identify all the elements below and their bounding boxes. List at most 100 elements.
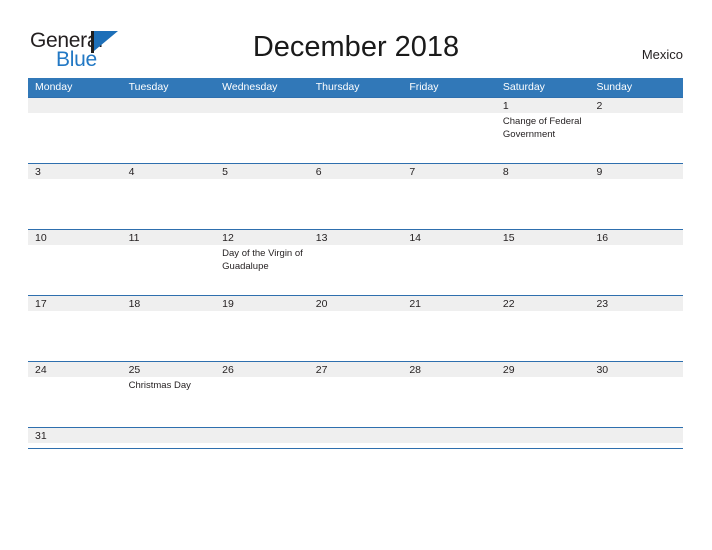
day-number: 9 — [596, 166, 603, 178]
calendar-day-cell[interactable]: 30 — [589, 362, 684, 427]
calendar-day-cell[interactable]: 3 — [28, 164, 122, 229]
weekday-header-monday: Monday — [35, 81, 73, 93]
calendar-day-cell-empty — [308, 428, 403, 448]
weekday-header-thursday: Thursday — [315, 81, 360, 93]
calendar-day-cell-empty — [402, 98, 496, 163]
calendar-day-cell[interactable]: 22 — [495, 296, 590, 361]
calendar-day-cell[interactable]: 26 — [215, 362, 309, 427]
day-number: 16 — [596, 232, 609, 244]
day-number: 1 — [502, 100, 509, 112]
weekday-header-saturday: Saturday — [502, 81, 545, 93]
calendar-week-inner: 10 11 12 Day of the Virgin of Guadalupe 13 14… — [28, 230, 684, 295]
calendar-day-cell[interactable]: 11 — [121, 230, 216, 295]
day-number: 7 — [409, 166, 416, 178]
calendar-day-cell[interactable]: 21 — [402, 296, 496, 361]
calendar-day-cell-empty — [402, 428, 496, 448]
calendar-week-inner: 1 Change of Federal Government 2 — [28, 98, 684, 163]
day-number: 25 — [128, 364, 141, 376]
calendar-week-inner: 17 18 19 20 21 22 23 — [28, 296, 684, 361]
day-event-label: Day of the Virgin of Guadalupe — [222, 248, 303, 272]
calendar-day-cell[interactable]: 14 — [402, 230, 496, 295]
day-number: 22 — [502, 298, 515, 310]
day-number: 14 — [409, 232, 421, 244]
day-number: 4 — [128, 166, 135, 178]
calendar-week-row: 10 11 12 Day of the Virgin of Guadalupe 13 14… — [28, 229, 684, 295]
day-number: 5 — [222, 166, 228, 178]
calendar-day-cell[interactable]: 27 — [308, 362, 403, 427]
country-label: Mexico — [641, 47, 683, 62]
calendar-week-inner: 3 4 5 6 7 8 9 — [28, 164, 684, 229]
calendar-weekday-header: Monday Tuesday Wednesday Thursday Friday Satu… — [28, 78, 683, 97]
day-number: 27 — [315, 364, 328, 376]
day-number: 30 — [596, 364, 609, 376]
day-number: 28 — [409, 364, 421, 376]
calendar-day-cell-empty — [495, 428, 590, 448]
day-number: 15 — [502, 232, 515, 244]
weekday-header-friday: Friday — [409, 81, 439, 93]
calendar-day-cell[interactable]: 19 — [215, 296, 309, 361]
calendar-day-cell[interactable]: 13 — [308, 230, 403, 295]
calendar-day-cell-empty — [308, 98, 403, 163]
calendar-day-cell[interactable]: 9 — [589, 164, 684, 229]
day-event-label: Change of Federal Government — [502, 116, 582, 140]
day-number: 10 — [35, 232, 47, 244]
calendar-day-cell-empty — [121, 98, 216, 163]
calendar-day-cell[interactable]: 8 — [495, 164, 590, 229]
calendar-day-cell[interactable]: 17 — [28, 296, 122, 361]
calendar-day-cell[interactable]: 29 — [495, 362, 590, 427]
calendar-table: Monday Tuesday Wednesday Thursday Friday Satu… — [28, 78, 684, 449]
calendar-week-row: 24 25 Christmas Day 26 27 28 29 30 — [28, 361, 684, 427]
calendar-day-cell[interactable]: 7 — [402, 164, 496, 229]
day-number: 29 — [502, 364, 515, 376]
calendar-day-cell[interactable]: 31 — [28, 428, 122, 448]
day-number: 8 — [502, 166, 509, 178]
day-number: 13 — [315, 232, 328, 244]
day-number: 18 — [128, 298, 141, 310]
calendar-week-row: 17 18 19 20 21 22 23 — [28, 295, 684, 361]
calendar-day-cell[interactable]: 2 — [589, 98, 684, 163]
calendar-day-cell[interactable]: 24 — [28, 362, 122, 427]
weekday-header-sunday: Sunday — [596, 81, 633, 93]
page-title: December 2018 — [252, 31, 460, 63]
page-header: General Blue December 2018 Mexico — [0, 0, 712, 78]
day-number: 26 — [222, 364, 234, 376]
day-number: 20 — [315, 298, 328, 310]
calendar-day-cell[interactable]: 20 — [308, 296, 403, 361]
calendar-day-cell[interactable]: 1 Change of Federal Government — [495, 98, 590, 163]
calendar-day-cell[interactable]: 6 — [308, 164, 403, 229]
calendar-day-cell[interactable]: 25 Christmas Day — [121, 362, 216, 427]
day-number: 12 — [222, 232, 234, 244]
calendar-day-cell-empty — [215, 98, 309, 163]
calendar-day-cell[interactable]: 16 — [589, 230, 684, 295]
day-number: 2 — [596, 100, 603, 112]
calendar-day-cell-empty — [28, 98, 122, 163]
calendar-day-cell[interactable]: 18 — [121, 296, 216, 361]
calendar-day-cell[interactable]: 23 — [589, 296, 684, 361]
calendar-day-cell[interactable]: 10 — [28, 230, 122, 295]
calendar-day-cell-empty — [589, 428, 684, 448]
day-number: 19 — [222, 298, 234, 310]
day-number: 11 — [128, 232, 140, 244]
calendar-day-cell-empty — [121, 428, 216, 448]
day-number: 31 — [35, 430, 47, 442]
day-number: 21 — [409, 298, 421, 310]
calendar-week-row: 1 Change of Federal Government 2 — [28, 97, 684, 163]
calendar-week-row: 31 — [28, 427, 684, 449]
day-number: 24 — [35, 364, 47, 376]
calendar-day-cell[interactable]: 12 Day of the Virgin of Guadalupe — [215, 230, 309, 295]
day-event-label: Christmas Day — [128, 380, 191, 391]
calendar-day-cell[interactable]: 4 — [121, 164, 216, 229]
calendar-day-cell[interactable]: 15 — [495, 230, 590, 295]
day-number: 23 — [596, 298, 609, 310]
weekday-header-wednesday: Wednesday — [222, 81, 278, 93]
weekday-header-tuesday: Tuesday — [128, 81, 169, 93]
day-number: 17 — [35, 298, 47, 310]
calendar-day-cell[interactable]: 5 — [215, 164, 309, 229]
calendar-week-inner: 24 25 Christmas Day 26 27 28 29 30 — [28, 362, 684, 427]
calendar-day-cell[interactable]: 28 — [402, 362, 496, 427]
calendar-body: 1 Change of Federal Government 2 3 4 5 6 7 8 9 10 1… — [28, 97, 684, 449]
calendar-page: General Blue December 2018 Mexico Monday… — [0, 0, 712, 550]
calendar-day-cell-empty — [215, 428, 309, 448]
calendar-week-row: 3 4 5 6 7 8 9 — [28, 163, 684, 229]
day-number: 6 — [315, 166, 322, 178]
